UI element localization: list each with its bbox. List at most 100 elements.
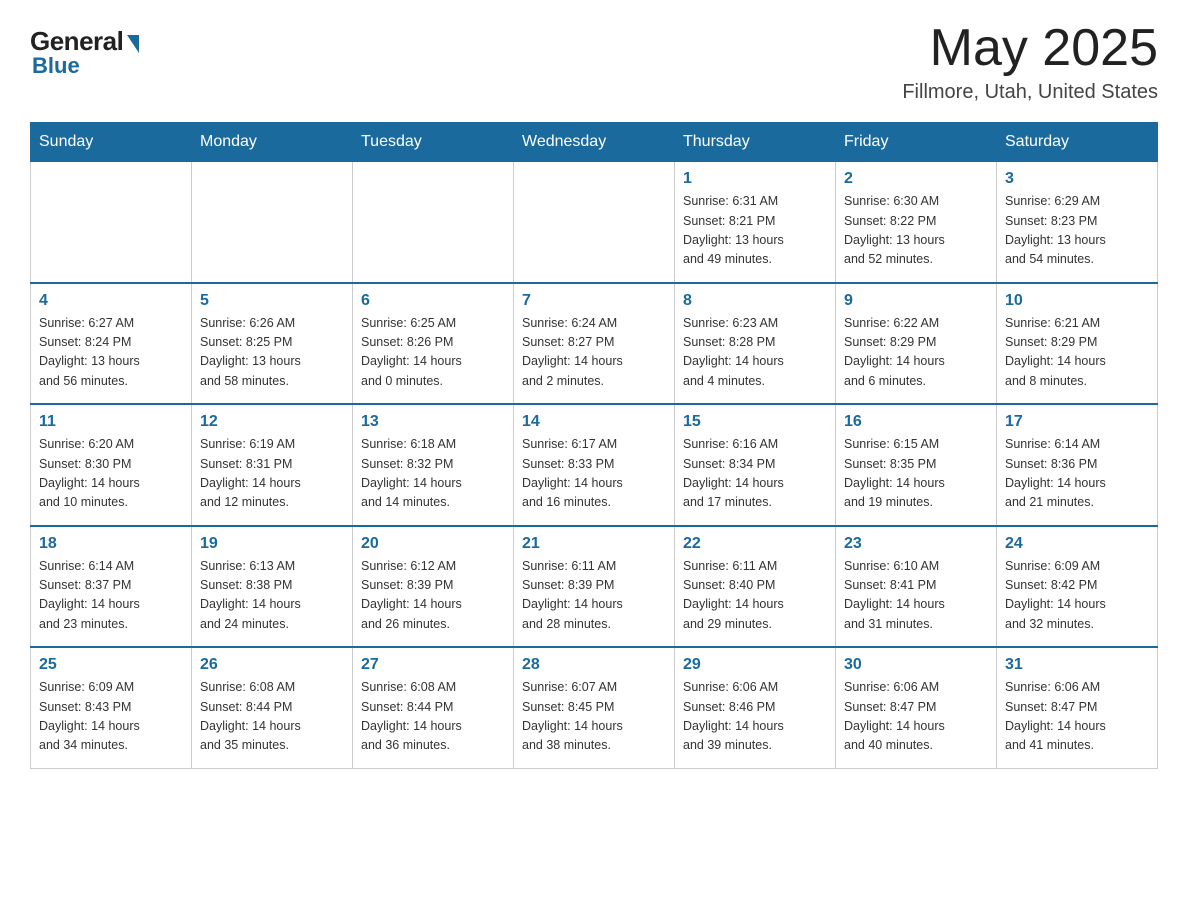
calendar-cell: 27Sunrise: 6:08 AM Sunset: 8:44 PM Dayli… (353, 647, 514, 768)
day-number: 24 (1005, 535, 1149, 553)
calendar-cell (514, 162, 675, 283)
day-of-week-header: Sunday (31, 123, 192, 162)
day-number: 13 (361, 413, 505, 431)
day-info: Sunrise: 6:19 AM Sunset: 8:31 PM Dayligh… (200, 435, 344, 513)
day-info: Sunrise: 6:29 AM Sunset: 8:23 PM Dayligh… (1005, 192, 1149, 270)
day-info: Sunrise: 6:30 AM Sunset: 8:22 PM Dayligh… (844, 192, 988, 270)
calendar-week-row: 1 Sunrise: 6:31 AM Sunset: 8:21 PM Daylig… (31, 162, 1158, 283)
day-of-week-header: Tuesday (353, 123, 514, 162)
calendar-cell: 16 Sunrise: 6:15 AM Sunset: 8:35 PM Dayli… (836, 404, 997, 526)
calendar-cell: 14 Sunrise: 6:17 AM Sunset: 8:33 PM Dayli… (514, 404, 675, 526)
day-info: Sunrise: 6:07 AM Sunset: 8:45 PM Dayligh… (522, 678, 666, 756)
day-info: Sunrise: 6:09 AM Sunset: 8:42 PM Dayligh… (1005, 557, 1149, 635)
calendar-cell: 25 Sunrise: 6:09 AM Sunset: 8:43 PM Dayli… (31, 647, 192, 768)
day-number: 9 (844, 292, 988, 310)
day-info: Sunrise: 6:09 AM Sunset: 8:43 PM Dayligh… (39, 678, 183, 756)
calendar-cell (353, 162, 514, 283)
calendar-cell: 15 Sunrise: 6:16 AM Sunset: 8:34 PM Dayli… (675, 404, 836, 526)
day-number: 25 (39, 656, 183, 674)
day-info: Sunrise: 6:22 AM Sunset: 8:29 PM Dayligh… (844, 314, 988, 392)
calendar-header-row: SundayMondayTuesdayWednesdayThursdayFrid… (31, 123, 1158, 162)
day-of-week-header: Friday (836, 123, 997, 162)
day-info: Sunrise: 6:18 AM Sunset: 8:32 PM Dayligh… (361, 435, 505, 513)
calendar-cell: 21Sunrise: 6:11 AM Sunset: 8:39 PM Dayli… (514, 526, 675, 648)
day-number: 12 (200, 413, 344, 431)
day-number: 3 (1005, 170, 1149, 188)
logo-blue-text: Blue (32, 53, 80, 79)
day-of-week-header: Saturday (997, 123, 1158, 162)
calendar-week-row: 25 Sunrise: 6:09 AM Sunset: 8:43 PM Dayli… (31, 647, 1158, 768)
day-info: Sunrise: 6:08 AM Sunset: 8:44 PM Dayligh… (200, 678, 344, 756)
day-of-week-header: Monday (192, 123, 353, 162)
calendar-cell: 19 Sunrise: 6:13 AM Sunset: 8:38 PM Dayli… (192, 526, 353, 648)
day-info: Sunrise: 6:25 AM Sunset: 8:26 PM Dayligh… (361, 314, 505, 392)
day-of-week-header: Thursday (675, 123, 836, 162)
day-number: 4 (39, 292, 183, 310)
month-title: May 2025 (902, 20, 1158, 77)
day-info: Sunrise: 6:14 AM Sunset: 8:36 PM Dayligh… (1005, 435, 1149, 513)
day-info: Sunrise: 6:06 AM Sunset: 8:47 PM Dayligh… (1005, 678, 1149, 756)
day-number: 10 (1005, 292, 1149, 310)
day-info: Sunrise: 6:12 AM Sunset: 8:39 PM Dayligh… (361, 557, 505, 635)
calendar-cell: 13 Sunrise: 6:18 AM Sunset: 8:32 PM Dayli… (353, 404, 514, 526)
day-number: 7 (522, 292, 666, 310)
day-info: Sunrise: 6:14 AM Sunset: 8:37 PM Dayligh… (39, 557, 183, 635)
day-number: 17 (1005, 413, 1149, 431)
day-info: Sunrise: 6:27 AM Sunset: 8:24 PM Dayligh… (39, 314, 183, 392)
calendar-cell: 26Sunrise: 6:08 AM Sunset: 8:44 PM Dayli… (192, 647, 353, 768)
day-number: 31 (1005, 656, 1149, 674)
day-info: Sunrise: 6:17 AM Sunset: 8:33 PM Dayligh… (522, 435, 666, 513)
calendar-week-row: 4 Sunrise: 6:27 AM Sunset: 8:24 PM Daylig… (31, 283, 1158, 405)
calendar-week-row: 11 Sunrise: 6:20 AM Sunset: 8:30 PM Dayli… (31, 404, 1158, 526)
calendar-cell: 30Sunrise: 6:06 AM Sunset: 8:47 PM Dayli… (836, 647, 997, 768)
day-info: Sunrise: 6:23 AM Sunset: 8:28 PM Dayligh… (683, 314, 827, 392)
day-number: 2 (844, 170, 988, 188)
day-number: 8 (683, 292, 827, 310)
calendar-cell: 4 Sunrise: 6:27 AM Sunset: 8:24 PM Daylig… (31, 283, 192, 405)
day-number: 16 (844, 413, 988, 431)
day-info: Sunrise: 6:16 AM Sunset: 8:34 PM Dayligh… (683, 435, 827, 513)
day-info: Sunrise: 6:13 AM Sunset: 8:38 PM Dayligh… (200, 557, 344, 635)
day-info: Sunrise: 6:31 AM Sunset: 8:21 PM Dayligh… (683, 192, 827, 270)
day-info: Sunrise: 6:11 AM Sunset: 8:40 PM Dayligh… (683, 557, 827, 635)
day-info: Sunrise: 6:06 AM Sunset: 8:46 PM Dayligh… (683, 678, 827, 756)
day-number: 1 (683, 170, 827, 188)
day-info: Sunrise: 6:06 AM Sunset: 8:47 PM Dayligh… (844, 678, 988, 756)
calendar-cell: 24 Sunrise: 6:09 AM Sunset: 8:42 PM Dayli… (997, 526, 1158, 648)
day-number: 15 (683, 413, 827, 431)
day-number: 18 (39, 535, 183, 553)
calendar-cell: 7 Sunrise: 6:24 AM Sunset: 8:27 PM Daylig… (514, 283, 675, 405)
calendar-cell: 10Sunrise: 6:21 AM Sunset: 8:29 PM Dayli… (997, 283, 1158, 405)
day-info: Sunrise: 6:24 AM Sunset: 8:27 PM Dayligh… (522, 314, 666, 392)
calendar-cell: 3 Sunrise: 6:29 AM Sunset: 8:23 PM Daylig… (997, 162, 1158, 283)
calendar-cell: 23Sunrise: 6:10 AM Sunset: 8:41 PM Dayli… (836, 526, 997, 648)
calendar-cell: 9 Sunrise: 6:22 AM Sunset: 8:29 PM Daylig… (836, 283, 997, 405)
calendar-cell: 8 Sunrise: 6:23 AM Sunset: 8:28 PM Daylig… (675, 283, 836, 405)
day-number: 29 (683, 656, 827, 674)
calendar-cell: 17 Sunrise: 6:14 AM Sunset: 8:36 PM Dayli… (997, 404, 1158, 526)
calendar-cell (31, 162, 192, 283)
calendar-week-row: 18 Sunrise: 6:14 AM Sunset: 8:37 PM Dayli… (31, 526, 1158, 648)
day-info: Sunrise: 6:08 AM Sunset: 8:44 PM Dayligh… (361, 678, 505, 756)
calendar-cell: 2 Sunrise: 6:30 AM Sunset: 8:22 PM Daylig… (836, 162, 997, 283)
day-info: Sunrise: 6:26 AM Sunset: 8:25 PM Dayligh… (200, 314, 344, 392)
day-number: 14 (522, 413, 666, 431)
calendar-cell: 31 Sunrise: 6:06 AM Sunset: 8:47 PM Dayli… (997, 647, 1158, 768)
day-info: Sunrise: 6:20 AM Sunset: 8:30 PM Dayligh… (39, 435, 183, 513)
location-text: Fillmore, Utah, United States (902, 81, 1158, 104)
calendar-cell: 1 Sunrise: 6:31 AM Sunset: 8:21 PM Daylig… (675, 162, 836, 283)
day-number: 22 (683, 535, 827, 553)
day-number: 11 (39, 413, 183, 431)
calendar-cell: 29 Sunrise: 6:06 AM Sunset: 8:46 PM Dayli… (675, 647, 836, 768)
day-number: 20 (361, 535, 505, 553)
calendar-cell: 12 Sunrise: 6:19 AM Sunset: 8:31 PM Dayli… (192, 404, 353, 526)
day-info: Sunrise: 6:11 AM Sunset: 8:39 PM Dayligh… (522, 557, 666, 635)
calendar-cell: 22 Sunrise: 6:11 AM Sunset: 8:40 PM Dayli… (675, 526, 836, 648)
calendar-cell: 11 Sunrise: 6:20 AM Sunset: 8:30 PM Dayli… (31, 404, 192, 526)
day-info: Sunrise: 6:15 AM Sunset: 8:35 PM Dayligh… (844, 435, 988, 513)
day-number: 19 (200, 535, 344, 553)
day-number: 28 (522, 656, 666, 674)
day-number: 23 (844, 535, 988, 553)
calendar-cell: 20 Sunrise: 6:12 AM Sunset: 8:39 PM Dayli… (353, 526, 514, 648)
logo: General Blue (30, 26, 139, 79)
